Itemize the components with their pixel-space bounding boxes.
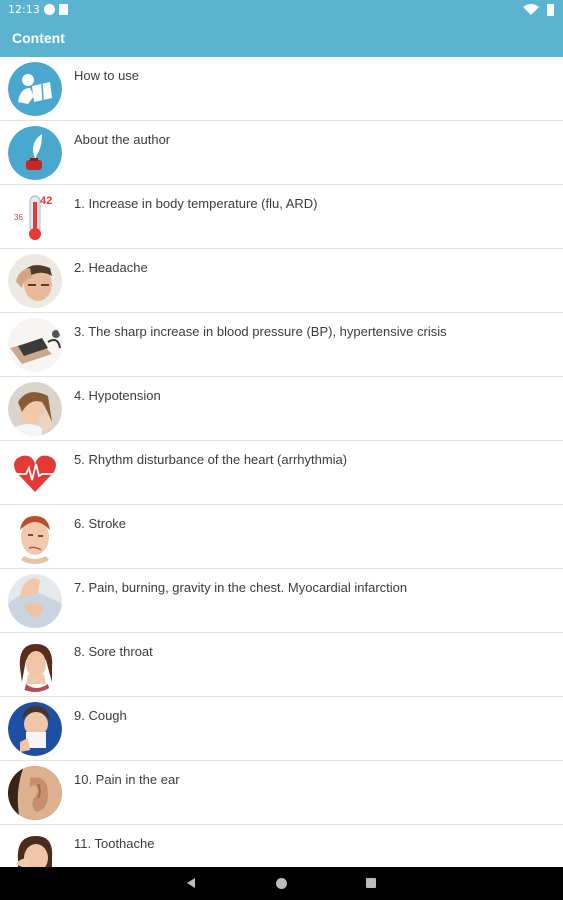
list-item[interactable]: 5. Rhythm disturbance of the heart (arrh…	[0, 441, 563, 505]
status-bar: 12:13	[0, 0, 563, 20]
cough-icon	[8, 702, 62, 756]
sd-card-icon	[59, 4, 68, 15]
app-bar: Content	[0, 20, 563, 57]
list-item-label: 5. Rhythm disturbance of the heart (arrh…	[74, 452, 348, 467]
page-title: Content	[12, 30, 65, 46]
wifi-icon	[523, 4, 539, 15]
quill-inkpot-icon	[8, 126, 62, 180]
content-list: How to use About the author 42 36 1. Inc…	[0, 57, 563, 867]
list-item[interactable]: 9. Cough	[0, 697, 563, 761]
list-item[interactable]: 4. Hypotension	[0, 377, 563, 441]
hypotension-icon	[8, 382, 62, 436]
list-item[interactable]: 2. Headache	[0, 249, 563, 313]
stroke-face-icon	[8, 510, 62, 564]
list-item-label: 3. The sharp increase in blood pressure …	[74, 324, 447, 339]
headache-icon	[8, 254, 62, 308]
list-item[interactable]: 6. Stroke	[0, 505, 563, 569]
list-item[interactable]: 42 36 1. Increase in body temperature (f…	[0, 185, 563, 249]
nav-back-icon[interactable]	[185, 877, 197, 889]
list-item[interactable]: 8. Sore throat	[0, 633, 563, 697]
list-item[interactable]: 3. The sharp increase in blood pressure …	[0, 313, 563, 377]
toothache-icon	[8, 830, 62, 867]
nav-home-icon[interactable]	[276, 878, 287, 889]
list-item[interactable]: About the author	[0, 121, 563, 185]
list-item-label: How to use	[74, 68, 140, 83]
ear-icon	[8, 766, 62, 820]
thermometer-icon: 42 36	[8, 190, 62, 244]
heart-pulse-icon	[8, 446, 62, 500]
chest-pain-icon	[8, 574, 62, 628]
list-item-label: 7. Pain, burning, gravity in the chest. …	[74, 580, 408, 595]
list-item-label: 4. Hypotension	[74, 388, 161, 403]
list-item-label: 2. Headache	[74, 260, 148, 275]
list-item[interactable]: 11. Toothache	[0, 825, 563, 867]
list-item-label: 10. Pain in the ear	[74, 772, 180, 787]
sore-throat-icon	[8, 638, 62, 692]
blood-pressure-cuff-icon	[8, 318, 62, 372]
list-item-label: 9. Cough	[74, 708, 127, 723]
list-item[interactable]: How to use	[0, 57, 563, 121]
thermo-low-label: 36	[14, 213, 23, 222]
reading-icon	[8, 62, 62, 116]
nav-recents-icon[interactable]	[366, 878, 376, 888]
battery-icon	[547, 4, 554, 16]
google-notification-icon	[44, 4, 55, 15]
list-item[interactable]: 10. Pain in the ear	[0, 761, 563, 825]
list-item-label: About the author	[74, 132, 171, 147]
status-time: 12:13	[8, 3, 40, 16]
wifi-battery-icons	[523, 4, 554, 16]
list-item[interactable]: 7. Pain, burning, gravity in the chest. …	[0, 569, 563, 633]
list-item-label: 8. Sore throat	[74, 644, 153, 659]
thermo-high-label: 42	[40, 195, 52, 207]
list-item-label: 11. Toothache	[74, 836, 155, 851]
navigation-bar	[0, 867, 563, 900]
list-item-label: 1. Increase in body temperature (flu, AR…	[74, 196, 318, 211]
list-item-label: 6. Stroke	[74, 516, 127, 531]
